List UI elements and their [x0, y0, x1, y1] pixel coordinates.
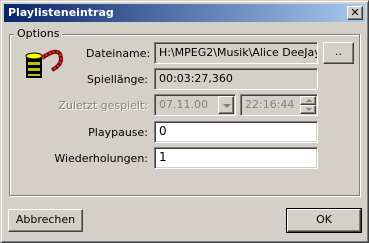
close-button[interactable]: ✕ — [347, 6, 363, 20]
playpause-input[interactable] — [154, 121, 318, 143]
spiellaenge-field[interactable]: 00:03:27,360 — [154, 68, 318, 90]
dateiname-label: Dateiname: — [86, 47, 151, 60]
spiellaenge-label: Spiellänge: — [86, 73, 148, 86]
time-value: 22:16:44 — [245, 98, 295, 111]
window-title: Playlisteneintrag — [8, 6, 114, 19]
wiederholungen-value[interactable] — [159, 150, 317, 164]
film-reel-icon — [25, 49, 63, 78]
chevron-down-icon — [306, 108, 312, 111]
chevron-down-icon — [223, 104, 231, 108]
playpause-value[interactable] — [159, 124, 317, 138]
close-icon: ✕ — [350, 6, 360, 19]
time-spin-up-button[interactable] — [300, 96, 316, 105]
chevron-up-icon — [306, 99, 312, 102]
wiederholungen-input[interactable] — [154, 147, 318, 169]
time-spin-down-button[interactable] — [300, 105, 316, 114]
date-value: 07.11.00 — [159, 98, 208, 111]
ok-button[interactable]: OK — [286, 208, 362, 233]
cancel-button[interactable]: Abbrechen — [8, 209, 83, 232]
dateiname-field[interactable]: H:\MPEG2\Musik\Alice DeeJay — [154, 42, 318, 64]
browse-button[interactable]: .. — [323, 42, 354, 64]
wiederholungen-label: Wiederholungen: — [54, 152, 148, 165]
options-group-label: Options — [14, 27, 63, 40]
date-dropdown-button[interactable] — [218, 96, 234, 114]
title-bar[interactable]: Playlisteneintrag ✕ — [4, 4, 365, 22]
playpause-label: Playpause: — [88, 126, 148, 139]
zuletzt-gespielt-label: Zuletzt gespielt: — [58, 99, 148, 112]
